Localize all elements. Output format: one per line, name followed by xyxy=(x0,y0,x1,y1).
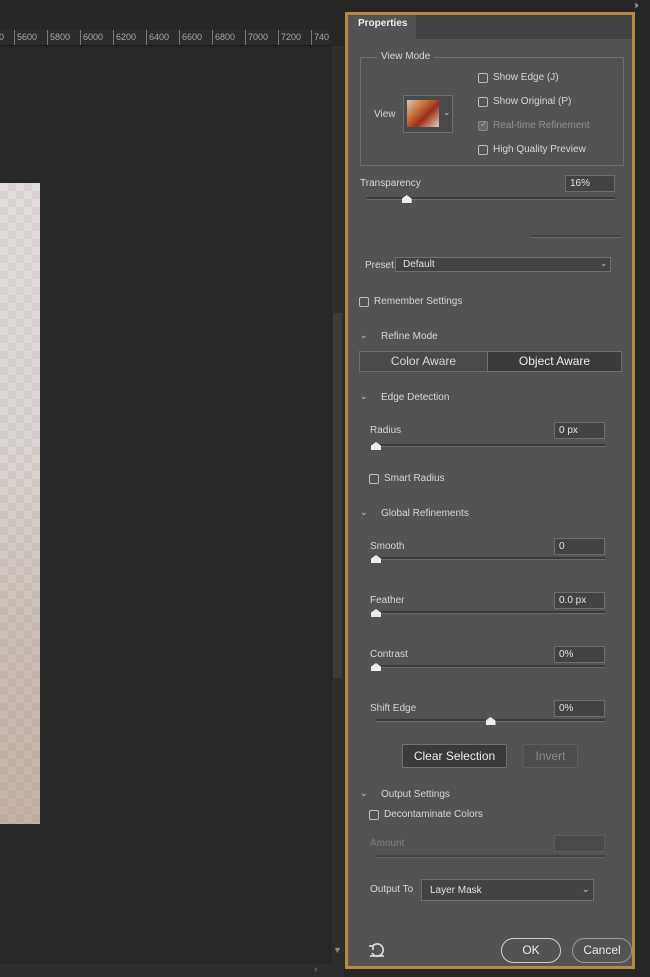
view-thumbnail-icon xyxy=(407,100,439,127)
preset-label: Preset xyxy=(365,260,394,271)
ok-button[interactable]: OK xyxy=(501,938,561,963)
refine-mode-heading: Refine Mode xyxy=(381,331,438,342)
edge-detection-heading: Edge Detection xyxy=(381,392,450,403)
view-mode-legend: View Mode xyxy=(377,51,435,62)
feather-input[interactable]: 0.0 px xyxy=(554,592,605,609)
scroll-right-arrow-icon[interactable]: › xyxy=(314,964,317,975)
high-quality-preview-checkbox[interactable] xyxy=(478,145,488,155)
output-settings-chevron-icon[interactable]: ⌄ xyxy=(360,788,368,799)
color-aware-button[interactable]: Color Aware xyxy=(359,351,488,372)
edge-detection-chevron-icon[interactable]: ⌄ xyxy=(360,391,368,402)
show-edge-label: Show Edge (J) xyxy=(493,72,559,83)
document-canvas[interactable] xyxy=(0,46,331,964)
ruler-tick-label: 5800 xyxy=(47,30,70,45)
realtime-refinement-label: Real-time Refinement xyxy=(493,120,590,131)
horizontal-ruler: 5400 5600 5800 6000 6200 6400 6600 6800 7000 7200… xyxy=(0,30,331,46)
cancel-button[interactable]: Cancel xyxy=(572,938,632,963)
ruler-tick-label: 7200 xyxy=(278,30,301,45)
amount-label: Amount xyxy=(370,838,405,849)
tab-properties[interactable]: Properties xyxy=(348,15,416,39)
amount-input xyxy=(554,835,605,852)
collapse-panels-icon[interactable]: ›› xyxy=(634,0,638,11)
contrast-input[interactable]: 0% xyxy=(554,646,605,663)
output-to-label: Output To xyxy=(370,884,414,895)
horizontal-scrollbar[interactable] xyxy=(0,964,344,977)
decontaminate-colors-label: Decontaminate Colors xyxy=(384,809,483,820)
smart-radius-label: Smart Radius xyxy=(384,473,445,484)
divider xyxy=(530,235,622,238)
output-to-value: Layer Mask xyxy=(430,885,482,896)
shift-edge-label: Shift Edge xyxy=(370,703,417,714)
remember-settings-label: Remember Settings xyxy=(374,296,463,307)
reset-icon[interactable] xyxy=(368,941,388,961)
chevron-down-icon: ⌄ xyxy=(600,258,608,268)
ruler-tick-label: 740 xyxy=(311,30,329,45)
ruler-tick-label: 7000 xyxy=(245,30,268,45)
ruler-tick-label: 5600 xyxy=(14,30,37,45)
radius-label: Radius xyxy=(370,425,402,436)
output-to-dropdown[interactable]: Layer Mask ⌄ xyxy=(421,879,594,901)
scroll-down-arrow-icon[interactable]: ▼ xyxy=(333,945,342,955)
contrast-slider-track[interactable] xyxy=(376,665,605,668)
realtime-refinement-checkbox xyxy=(478,119,488,131)
feather-slider-track[interactable] xyxy=(376,611,605,614)
preset-dropdown[interactable]: Default ⌄ xyxy=(395,257,611,272)
amount-slider-track xyxy=(376,855,605,858)
radius-input[interactable]: 0 px xyxy=(554,422,605,439)
preset-value: Default xyxy=(403,259,435,270)
shift-edge-input[interactable]: 0% xyxy=(554,700,605,717)
output-settings-heading: Output Settings xyxy=(381,789,450,800)
refine-mode-chevron-icon[interactable]: ⌄ xyxy=(360,330,368,341)
vertical-scrollbar-thumb[interactable] xyxy=(333,313,342,678)
ruler-tick-label: 6400 xyxy=(146,30,169,45)
ruler-tick-label: 5400 xyxy=(0,30,4,45)
transparency-label: Transparency xyxy=(360,178,421,189)
ruler-tick-label: 6800 xyxy=(212,30,235,45)
transparency-input[interactable]: 16% xyxy=(565,175,615,192)
object-aware-button[interactable]: Object Aware xyxy=(487,351,622,372)
smooth-slider-track[interactable] xyxy=(376,557,605,560)
global-refinements-heading: Global Refinements xyxy=(381,508,469,519)
clear-selection-button[interactable]: Clear Selection xyxy=(402,744,507,768)
high-quality-preview-label: High Quality Preview xyxy=(493,144,586,155)
show-original-checkbox[interactable] xyxy=(478,97,488,107)
show-edge-checkbox[interactable] xyxy=(478,73,488,83)
feather-label: Feather xyxy=(370,595,405,606)
chevron-down-icon: ⌄ xyxy=(443,107,451,117)
decontaminate-colors-checkbox[interactable] xyxy=(369,810,379,820)
global-refinements-chevron-icon[interactable]: ⌄ xyxy=(360,507,368,518)
show-original-label: Show Original (P) xyxy=(493,96,572,107)
smart-radius-checkbox[interactable] xyxy=(369,474,379,484)
contrast-label: Contrast xyxy=(370,649,408,660)
chevron-down-icon: ⌄ xyxy=(582,884,590,894)
ruler-tick-label: 6600 xyxy=(179,30,202,45)
radius-slider-track[interactable] xyxy=(376,444,605,447)
ruler-tick-label: 6000 xyxy=(80,30,103,45)
remember-settings-checkbox[interactable] xyxy=(359,297,369,307)
image-preview xyxy=(0,183,40,824)
view-mode-picker[interactable]: ⌄ xyxy=(403,95,453,133)
ruler-tick-label: 6200 xyxy=(113,30,136,45)
smooth-label: Smooth xyxy=(370,541,405,552)
smooth-input[interactable]: 0 xyxy=(554,538,605,555)
view-label: View xyxy=(374,109,396,120)
invert-button: Invert xyxy=(523,744,578,768)
